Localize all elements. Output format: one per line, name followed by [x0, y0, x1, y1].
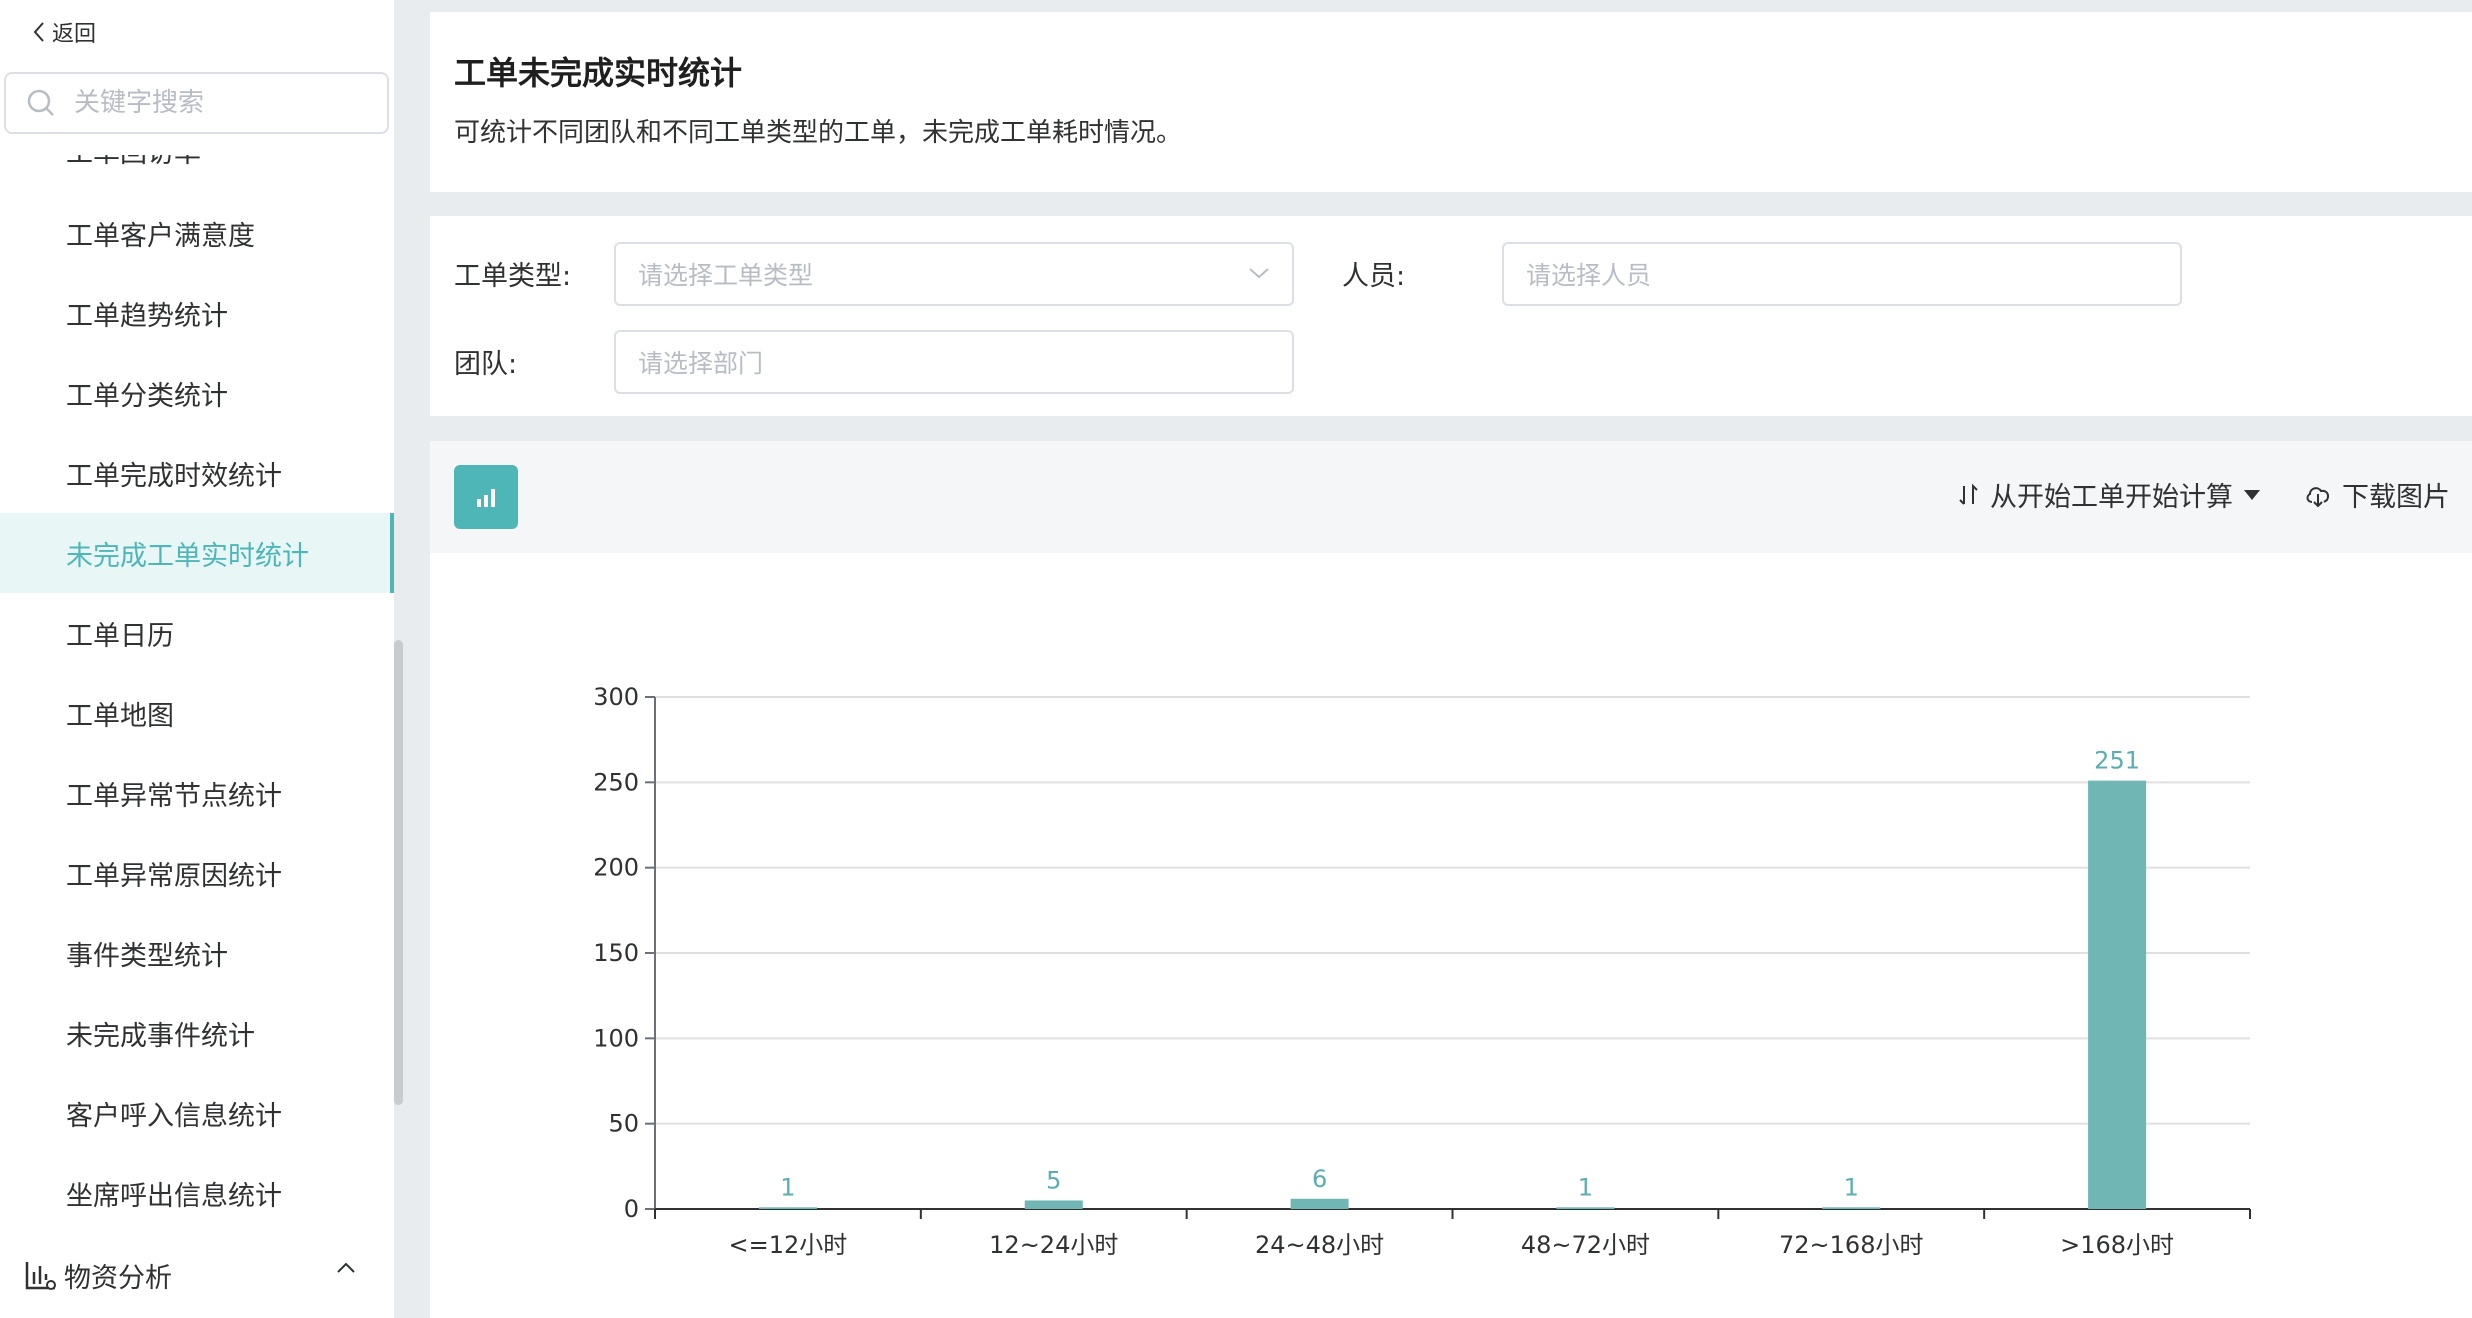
sidebar-item-unfinished-event[interactable]: 未完成事件统计 — [0, 993, 394, 1073]
x-tick-label: 24~48小时 — [1255, 1231, 1384, 1259]
sidebar-item-partial[interactable]: 工单回访率 — [66, 155, 201, 170]
sidebar-menu: 工单回访率 工单客户满意度 工单趋势统计 工单分类统计 工单完成时效统计 未完成… — [0, 155, 394, 1240]
download-image-label: 下载图片 — [2342, 482, 2450, 513]
bar-chart: 0 50 100 150 200 250 300 1 <=12小时 5 12~24小时 6 24~48小… — [593, 683, 2251, 1259]
sidebar-item-trend[interactable]: 工单趋势统计 — [0, 273, 394, 353]
bar-value-label: 251 — [2094, 747, 2140, 775]
sidebar-item-event-type[interactable]: 事件类型统计 — [0, 913, 394, 993]
sidebar-scrollbar[interactable] — [394, 640, 403, 1105]
back-link[interactable]: 返回 — [32, 16, 96, 48]
sidebar-item-abnormal-node[interactable]: 工单异常节点统计 — [0, 753, 394, 833]
cloud-download-icon — [2306, 486, 2330, 507]
filter-card: 工单类型: 请选择工单类型 人员: 请选择人员 团队: 请选择部门 — [430, 216, 2472, 416]
sidebar: 返回 工单回访率 工单客户满意度 工单趋势统计 工单分类统计 工单完成时效统计 … — [0, 0, 394, 1318]
y-tick-label: 100 — [593, 1024, 639, 1052]
chevron-up-icon — [337, 1262, 355, 1273]
bar — [758, 1207, 817, 1209]
x-tick-label: >168小时 — [2060, 1231, 2174, 1259]
person-select-placeholder: 请选择人员 — [1526, 261, 1652, 290]
sidebar-group-materials[interactable]: 物资分析 — [0, 1240, 394, 1310]
download-image-button[interactable]: 下载图片 — [2304, 475, 2450, 514]
team-filter-label: 团队: — [454, 349, 518, 380]
back-label: 返回 — [52, 22, 97, 47]
sidebar-item-calendar[interactable]: 工单日历 — [0, 593, 394, 673]
type-select[interactable]: 请选择工单类型 — [614, 242, 1294, 306]
bar-value-label: 1 — [780, 1173, 795, 1201]
sidebar-item-outbound-call[interactable]: 坐席呼出信息统计 — [0, 1153, 394, 1233]
bar — [1822, 1207, 1881, 1209]
x-tick-label: <=12小时 — [729, 1231, 848, 1259]
chart-panel: 0 50 100 150 200 250 300 1 <=12小时 5 12~24小时 6 24~48小… — [430, 553, 2472, 1318]
sidebar-item-completion-time[interactable]: 工单完成时效统计 — [0, 433, 394, 513]
page-title: 工单未完成实时统计 — [454, 54, 743, 92]
sort-icon — [1959, 483, 1978, 505]
caret-down-icon — [2244, 489, 2260, 500]
sidebar-item-abnormal-reason[interactable]: 工单异常原因统计 — [0, 833, 394, 913]
bar — [1024, 1200, 1083, 1209]
header-card: 工单未完成实时统计 可统计不同团队和不同工单类型的工单，未完成工单耗时情况。 — [430, 12, 2472, 192]
bar-value-label: 1 — [1578, 1173, 1593, 1201]
chevron-down-icon — [1249, 268, 1269, 279]
sort-calc-dropdown[interactable]: 从开始工单开始计算 — [1958, 475, 2261, 514]
y-tick-label: 50 — [608, 1110, 639, 1138]
chart-toolbar: 从开始工单开始计算 下载图片 — [430, 441, 2472, 553]
type-select-placeholder: 请选择工单类型 — [638, 261, 814, 290]
team-select[interactable]: 请选择部门 — [614, 330, 1294, 394]
y-tick-label: 200 — [593, 854, 639, 882]
person-filter-label: 人员: — [1342, 261, 1406, 292]
y-tick-label: 300 — [593, 683, 639, 711]
search-input[interactable] — [74, 88, 364, 118]
y-tick-label: 0 — [624, 1195, 639, 1223]
sidebar-group-label: 物资分析 — [64, 1262, 172, 1294]
page-description: 可统计不同团队和不同工单类型的工单，未完成工单耗时情况。 — [454, 118, 1183, 148]
chart-view-button[interactable] — [454, 465, 518, 529]
sidebar-item-map[interactable]: 工单地图 — [0, 673, 394, 753]
bar-value-label: 5 — [1046, 1166, 1061, 1194]
person-select[interactable]: 请选择人员 — [1502, 242, 2182, 306]
sidebar-item-satisfaction[interactable]: 工单客户满意度 — [0, 193, 394, 273]
bar — [1290, 1198, 1349, 1209]
bar-value-label: 6 — [1312, 1165, 1327, 1193]
search-box[interactable] — [4, 72, 389, 134]
y-tick-label: 150 — [593, 939, 639, 967]
search-icon — [27, 89, 54, 116]
x-tick-label: 12~24小时 — [989, 1231, 1118, 1259]
y-tick-label: 250 — [593, 768, 639, 796]
team-select-placeholder: 请选择部门 — [638, 349, 764, 378]
x-tick-label: 48~72小时 — [1521, 1231, 1650, 1259]
bar-chart-settings-icon — [25, 1262, 56, 1290]
chevron-left-icon — [33, 22, 44, 42]
sidebar-item-inbound-call[interactable]: 客户呼入信息统计 — [0, 1073, 394, 1153]
x-tick-label: 72~168小时 — [1779, 1231, 1923, 1259]
type-filter-label: 工单类型: — [454, 261, 572, 292]
sidebar-menu-list: 工单客户满意度 工单趋势统计 工单分类统计 工单完成时效统计 未完成工单实时统计… — [0, 193, 394, 1233]
sidebar-item-category[interactable]: 工单分类统计 — [0, 353, 394, 433]
bar-value-label: 1 — [1844, 1173, 1859, 1201]
bar-chart-icon — [477, 489, 495, 507]
bar — [1556, 1207, 1615, 1209]
sidebar-item-unfinished-realtime[interactable]: 未完成工单实时统计 — [0, 513, 394, 593]
bar — [2088, 780, 2147, 1209]
sort-calc-label: 从开始工单开始计算 — [1990, 482, 2233, 513]
